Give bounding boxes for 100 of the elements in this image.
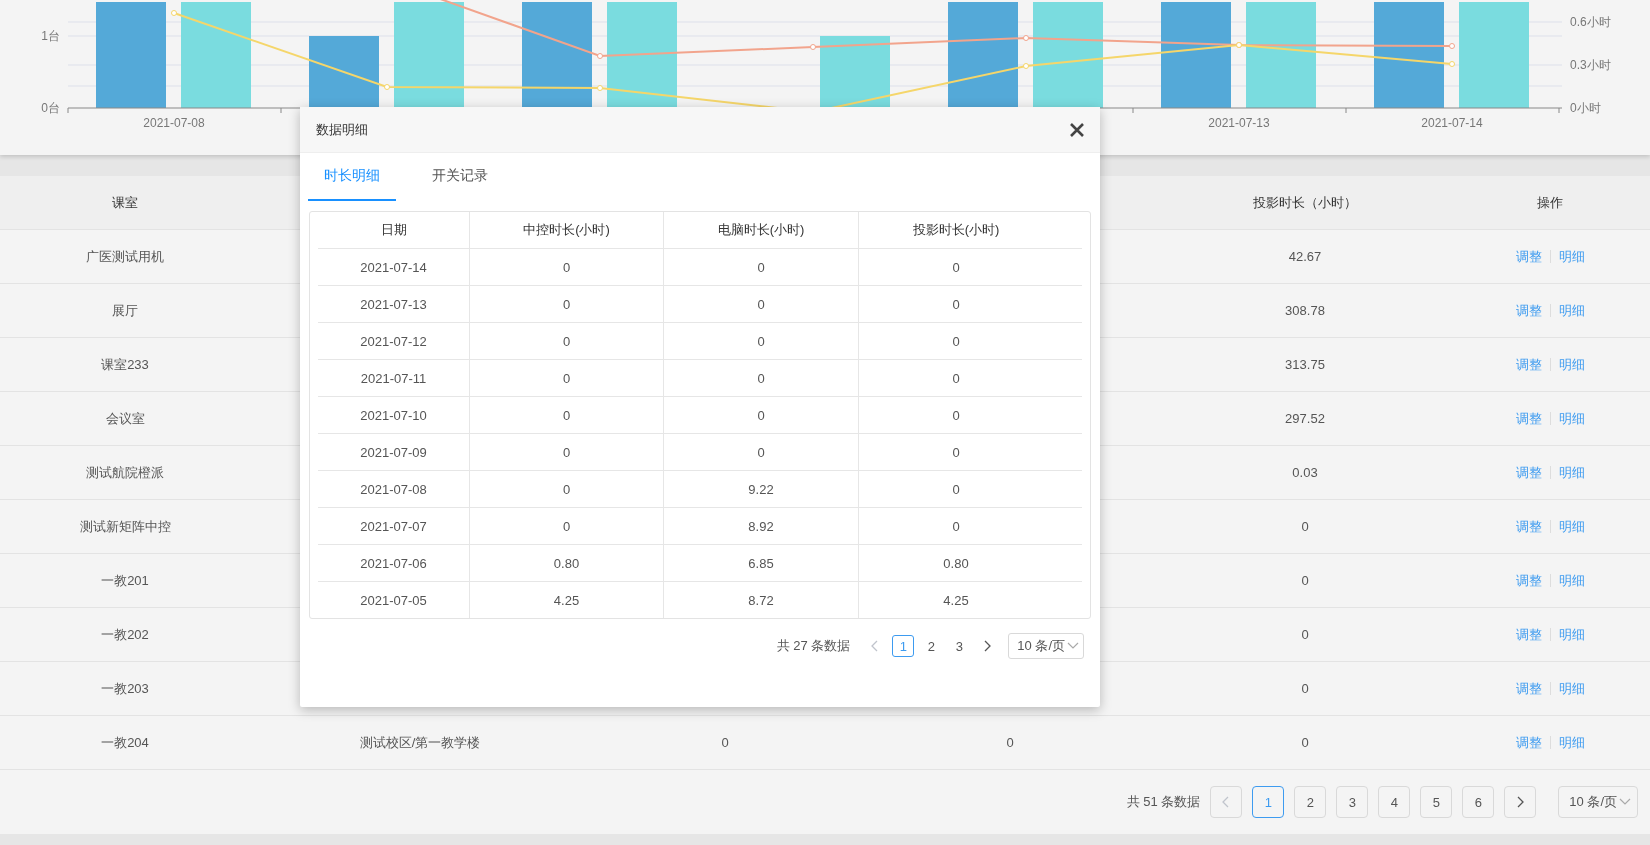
axis-label: 0台: [41, 101, 60, 115]
total-count: 共 27 条数据: [776, 637, 851, 655]
table-cell: 0: [664, 323, 859, 359]
tab[interactable]: 时长明细: [308, 153, 396, 201]
table-cell: 0.80: [470, 545, 664, 581]
axis-label: 2021-07-13: [1208, 116, 1270, 130]
modal-title: 数据明细: [316, 120, 368, 139]
table-cell-text: 0: [951, 517, 961, 536]
table-cell-text: 0: [1300, 627, 1310, 642]
page-button[interactable]: 1: [892, 635, 915, 657]
data-point: [1449, 43, 1455, 49]
table-cell-text: 0.80: [942, 554, 970, 573]
table-cell-text: 4.25: [942, 591, 970, 610]
axis-label: 0小时: [1570, 101, 1601, 115]
data-point: [1023, 35, 1029, 41]
action-link[interactable]: 调整: [1515, 679, 1542, 698]
page-button[interactable]: 6: [1462, 786, 1495, 818]
axis-label: 2021-07-08: [143, 116, 205, 130]
action-link[interactable]: 明细: [1558, 625, 1585, 644]
next-page-button[interactable]: [1504, 786, 1537, 818]
page-size-select[interactable]: 10 条/页: [1008, 633, 1084, 659]
tab[interactable]: 开关记录: [416, 153, 504, 201]
page-button[interactable]: 3: [1336, 786, 1369, 818]
chevron-left-icon: [1222, 796, 1231, 808]
action-link[interactable]: 明细: [1558, 355, 1585, 374]
action-link[interactable]: 明细: [1558, 409, 1585, 428]
column-header: 操作: [1536, 193, 1564, 212]
table-cell-text: 一教201: [100, 571, 150, 590]
table-cell-text: 308.78: [1284, 303, 1326, 318]
table-cell-text: 0: [951, 443, 961, 462]
table-cell: 0: [470, 286, 664, 322]
table-cell-text: 0: [1005, 735, 1015, 750]
table-cell: 0: [470, 249, 664, 285]
action-link[interactable]: 明细: [1558, 517, 1585, 536]
table-cell: 2021-07-09: [318, 434, 470, 470]
column-header: 课室: [111, 193, 139, 212]
page-button[interactable]: 2: [920, 635, 943, 657]
page-button[interactable]: 2: [1294, 786, 1327, 818]
table-cell-text: 313.75: [1284, 357, 1326, 372]
page-button[interactable]: 1: [1252, 786, 1285, 818]
table-cell-text: 297.52: [1284, 411, 1326, 426]
column-header: 投影时长(小时): [911, 221, 1001, 239]
table-cell: 2021-07-08: [318, 471, 470, 507]
table-cell: 0: [470, 471, 664, 507]
page-button[interactable]: 4: [1378, 786, 1411, 818]
chevron-right-icon: [1516, 796, 1525, 808]
table-cell: 2021-07-06: [318, 545, 470, 581]
page-size-select[interactable]: 10 条/页: [1558, 786, 1638, 818]
table-cell: 0: [664, 397, 859, 433]
action-link[interactable]: 明细: [1558, 301, 1585, 320]
table-cell-text: 0: [1300, 735, 1310, 750]
data-point: [384, 84, 390, 90]
action-link[interactable]: 调整: [1515, 463, 1542, 482]
prev-page-button[interactable]: [1210, 786, 1243, 818]
action-link[interactable]: 调整: [1515, 733, 1542, 752]
table-cell-text: 广医测试用机: [85, 247, 165, 266]
action-link[interactable]: 调整: [1515, 517, 1542, 536]
table-cell: 0: [664, 434, 859, 470]
column-header: 日期: [318, 212, 470, 248]
table-cell-text: 一教202: [100, 625, 150, 644]
action-link[interactable]: 明细: [1558, 571, 1585, 590]
table-cell: 0: [470, 323, 664, 359]
data-point: [1449, 61, 1455, 67]
axis-label: 0.6小时: [1570, 15, 1611, 29]
page-button[interactable]: 3: [948, 635, 971, 657]
table-cell-text: 一教204: [100, 733, 150, 752]
table-cell-text: 测试新矩阵中控: [78, 517, 172, 536]
table-cell: 0: [470, 360, 664, 396]
action-link[interactable]: 调整: [1515, 301, 1542, 320]
data-point: [597, 85, 603, 91]
action-link[interactable]: 明细: [1558, 733, 1585, 752]
data-point: [171, 10, 177, 16]
action-link[interactable]: 明细: [1558, 463, 1585, 482]
action-link[interactable]: 调整: [1515, 625, 1542, 644]
action-link[interactable]: 调整: [1515, 409, 1542, 428]
table-cell: 0: [470, 434, 664, 470]
action-link[interactable]: 调整: [1515, 571, 1542, 590]
table-cell: 2021-07-14: [318, 249, 470, 285]
table-cell: 8.92: [664, 508, 859, 544]
axis-label: 0.3小时: [1570, 58, 1611, 72]
close-icon[interactable]: [1070, 122, 1084, 137]
action-link[interactable]: 调整: [1515, 355, 1542, 374]
action-link[interactable]: 明细: [1558, 679, 1585, 698]
table-cell: 2021-07-05: [318, 582, 470, 618]
column-header: 中控时长(小时): [470, 212, 664, 248]
action-link[interactable]: 调整: [1515, 247, 1542, 266]
action-link[interactable]: 明细: [1558, 247, 1585, 266]
table-cell-text: 会议室: [104, 409, 146, 428]
table-cell: 2021-07-10: [318, 397, 470, 433]
data-point: [1023, 63, 1029, 69]
table-cell: 0: [470, 508, 664, 544]
page-button[interactable]: 5: [1420, 786, 1453, 818]
table-cell: 2021-07-13: [318, 286, 470, 322]
axis-label: 1台: [41, 29, 60, 43]
chevron-right-icon: [983, 640, 992, 652]
table-cell-text: 课室233: [100, 355, 150, 374]
table-cell-text: 测试校区/第一教学楼: [358, 733, 482, 752]
table-cell-text: 42.67: [1287, 249, 1323, 264]
bar: [309, 36, 379, 108]
table-cell: 8.72: [664, 582, 859, 618]
